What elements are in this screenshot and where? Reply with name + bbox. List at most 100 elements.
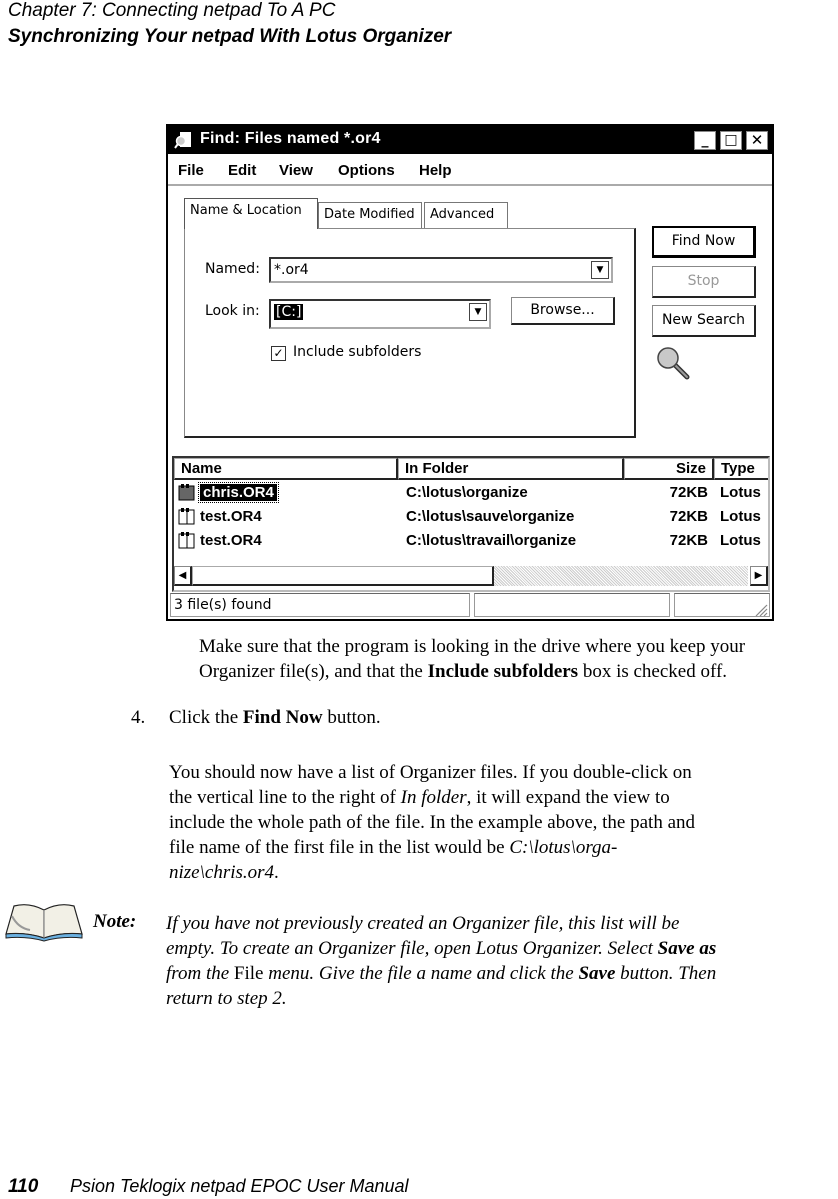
title-bar: Find: Files named *.or4 _ □ ✕ bbox=[168, 126, 772, 154]
table-row[interactable]: test.OR4 C:\lotus\sauve\organize 72KB Lo… bbox=[174, 506, 768, 528]
italic-text: C:\lotus\orga- bbox=[509, 837, 618, 858]
note-label: Note: bbox=[93, 911, 137, 932]
bold-text: Find Now bbox=[242, 707, 323, 728]
note-line: return to step 2. bbox=[166, 988, 287, 1009]
column-header-name[interactable]: Name bbox=[174, 458, 398, 480]
include-subfolders-label: Include subfolders bbox=[293, 344, 422, 360]
paragraph-line: Organizer file(s), and that the Include … bbox=[199, 659, 838, 684]
file-size: 72KB bbox=[669, 484, 708, 501]
menu-bar: File Edit View Options Help bbox=[168, 156, 772, 186]
file-folder: C:\lotus\sauve\organize bbox=[406, 508, 575, 525]
paragraph-line: include the whole path of the file. In t… bbox=[169, 812, 696, 833]
find-magnifier-icon bbox=[174, 132, 191, 149]
scroll-right-arrow-icon[interactable]: ▶ bbox=[750, 566, 768, 586]
italic-text: In folder bbox=[400, 787, 467, 808]
column-header-type[interactable]: Type bbox=[714, 458, 768, 480]
section-header: Synchronizing Your netpad With Lotus Org… bbox=[8, 26, 452, 47]
text: . bbox=[274, 862, 279, 883]
file-folder: C:\lotus\organize bbox=[406, 484, 528, 501]
text: the vertical line to the right of bbox=[169, 787, 401, 808]
bold-text: Save as bbox=[657, 938, 717, 959]
italic-text: nize\chris.or4 bbox=[169, 862, 275, 883]
look-in-label: Look in: bbox=[205, 303, 260, 319]
manual-title: Psion Teklogix netpad EPOC User Manual bbox=[70, 1176, 409, 1196]
tab-name-location[interactable]: Name & Location bbox=[184, 198, 318, 229]
instruction-paragraph: Make sure that the program is looking in… bbox=[199, 634, 838, 684]
text: button. Then bbox=[615, 963, 717, 984]
paragraph-line: file name of the first file in the list … bbox=[169, 835, 829, 860]
file-type: Lotus bbox=[720, 484, 761, 501]
dropdown-arrow-icon[interactable]: ▼ bbox=[591, 261, 609, 279]
maximize-button[interactable]: □ bbox=[720, 131, 742, 150]
chapter-header: Chapter 7: Connecting netpad To A PC bbox=[8, 0, 336, 21]
organizer-file-icon bbox=[178, 532, 195, 549]
note-line: If you have not previously created an Or… bbox=[166, 913, 680, 934]
bold-text: Include subfolders bbox=[427, 661, 579, 682]
column-header-size[interactable]: Size bbox=[624, 458, 714, 480]
status-pane-2 bbox=[474, 593, 670, 617]
look-in-combobox[interactable]: [C:] ▼ bbox=[269, 299, 491, 329]
file-name[interactable]: test.OR4 bbox=[200, 532, 262, 549]
bold-text: Save bbox=[578, 963, 616, 984]
table-row[interactable]: chris.OR4 C:\lotus\organize 72KB Lotus bbox=[174, 482, 768, 504]
file-folder: C:\lotus\travail\organize bbox=[406, 532, 577, 549]
resize-grip-icon[interactable] bbox=[754, 603, 768, 617]
file-size: 72KB bbox=[669, 532, 708, 549]
open-book-icon bbox=[5, 904, 83, 942]
status-text: 3 file(s) found bbox=[170, 593, 470, 617]
text: empty. To create an Organizer file, open… bbox=[166, 938, 658, 959]
find-files-window: Find: Files named *.or4 _ □ ✕ File Edit … bbox=[166, 124, 774, 621]
named-combobox[interactable]: *.or4 ▼ bbox=[269, 257, 613, 283]
text: button. bbox=[322, 707, 381, 728]
scroll-thumb[interactable] bbox=[192, 566, 494, 586]
page-number: 110 bbox=[8, 1176, 39, 1197]
organizer-file-icon bbox=[178, 484, 195, 501]
note-text: If you have not previously created an Or… bbox=[166, 911, 836, 1011]
status-bar: 3 file(s) found bbox=[170, 591, 770, 619]
file-type: Lotus bbox=[720, 532, 761, 549]
paragraph-line: You should now have a list of Organizer … bbox=[169, 762, 692, 783]
named-value[interactable]: *.or4 bbox=[274, 262, 309, 278]
file-type: Lotus bbox=[720, 508, 761, 525]
text: Organizer file(s), and that the bbox=[199, 661, 428, 682]
column-header-in-folder[interactable]: In Folder bbox=[398, 458, 624, 480]
text: file name of the first file in the list … bbox=[169, 837, 510, 858]
text: box is checked off. bbox=[578, 661, 728, 682]
window-title: Find: Files named *.or4 bbox=[200, 130, 381, 147]
browse-button[interactable]: Browse... bbox=[511, 297, 615, 325]
look-in-value[interactable]: [C:] bbox=[274, 304, 304, 320]
minimize-button[interactable]: _ bbox=[694, 131, 716, 150]
menu-view[interactable]: View bbox=[279, 162, 313, 179]
file-size: 72KB bbox=[669, 508, 708, 525]
result-paragraph: You should now have a list of Organizer … bbox=[169, 760, 829, 885]
horizontal-scrollbar[interactable]: ◀ ▶ bbox=[172, 564, 768, 588]
step-number: 4. bbox=[131, 707, 146, 728]
file-name[interactable]: chris.OR4 bbox=[198, 482, 279, 503]
text: menu. Give the file a name and click the bbox=[263, 963, 579, 984]
roman-text: File bbox=[233, 963, 264, 984]
text: Click the bbox=[169, 707, 243, 728]
search-magnifier-icon bbox=[657, 347, 690, 380]
scroll-left-arrow-icon[interactable]: ◀ bbox=[174, 566, 192, 586]
include-subfolders-checkbox[interactable]: ✓ bbox=[271, 346, 286, 361]
paragraph-line: nize\chris.or4. bbox=[169, 860, 829, 885]
named-label: Named: bbox=[205, 261, 260, 277]
find-now-button[interactable]: Find Now bbox=[652, 226, 756, 258]
table-row[interactable]: test.OR4 C:\lotus\travail\organize 72KB … bbox=[174, 530, 768, 552]
menu-help[interactable]: Help bbox=[419, 162, 452, 179]
tab-advanced[interactable]: Advanced bbox=[424, 202, 508, 228]
new-search-button[interactable]: New Search bbox=[652, 305, 756, 337]
dropdown-arrow-icon[interactable]: ▼ bbox=[469, 303, 487, 321]
note-line: from the File menu. Give the file a name… bbox=[166, 961, 836, 986]
close-button[interactable]: ✕ bbox=[746, 131, 768, 150]
menu-edit[interactable]: Edit bbox=[228, 162, 256, 179]
tab-date-modified[interactable]: Date Modified bbox=[318, 202, 422, 228]
step-text: Click the Find Now button. bbox=[169, 705, 381, 730]
text: , it will expand the view to bbox=[466, 787, 670, 808]
note-line: empty. To create an Organizer file, open… bbox=[166, 936, 836, 961]
file-name[interactable]: test.OR4 bbox=[200, 508, 262, 525]
menu-options[interactable]: Options bbox=[338, 162, 395, 179]
stop-button[interactable]: Stop bbox=[652, 266, 756, 298]
menu-file[interactable]: File bbox=[178, 162, 204, 179]
paragraph-line: the vertical line to the right of In fol… bbox=[169, 785, 829, 810]
